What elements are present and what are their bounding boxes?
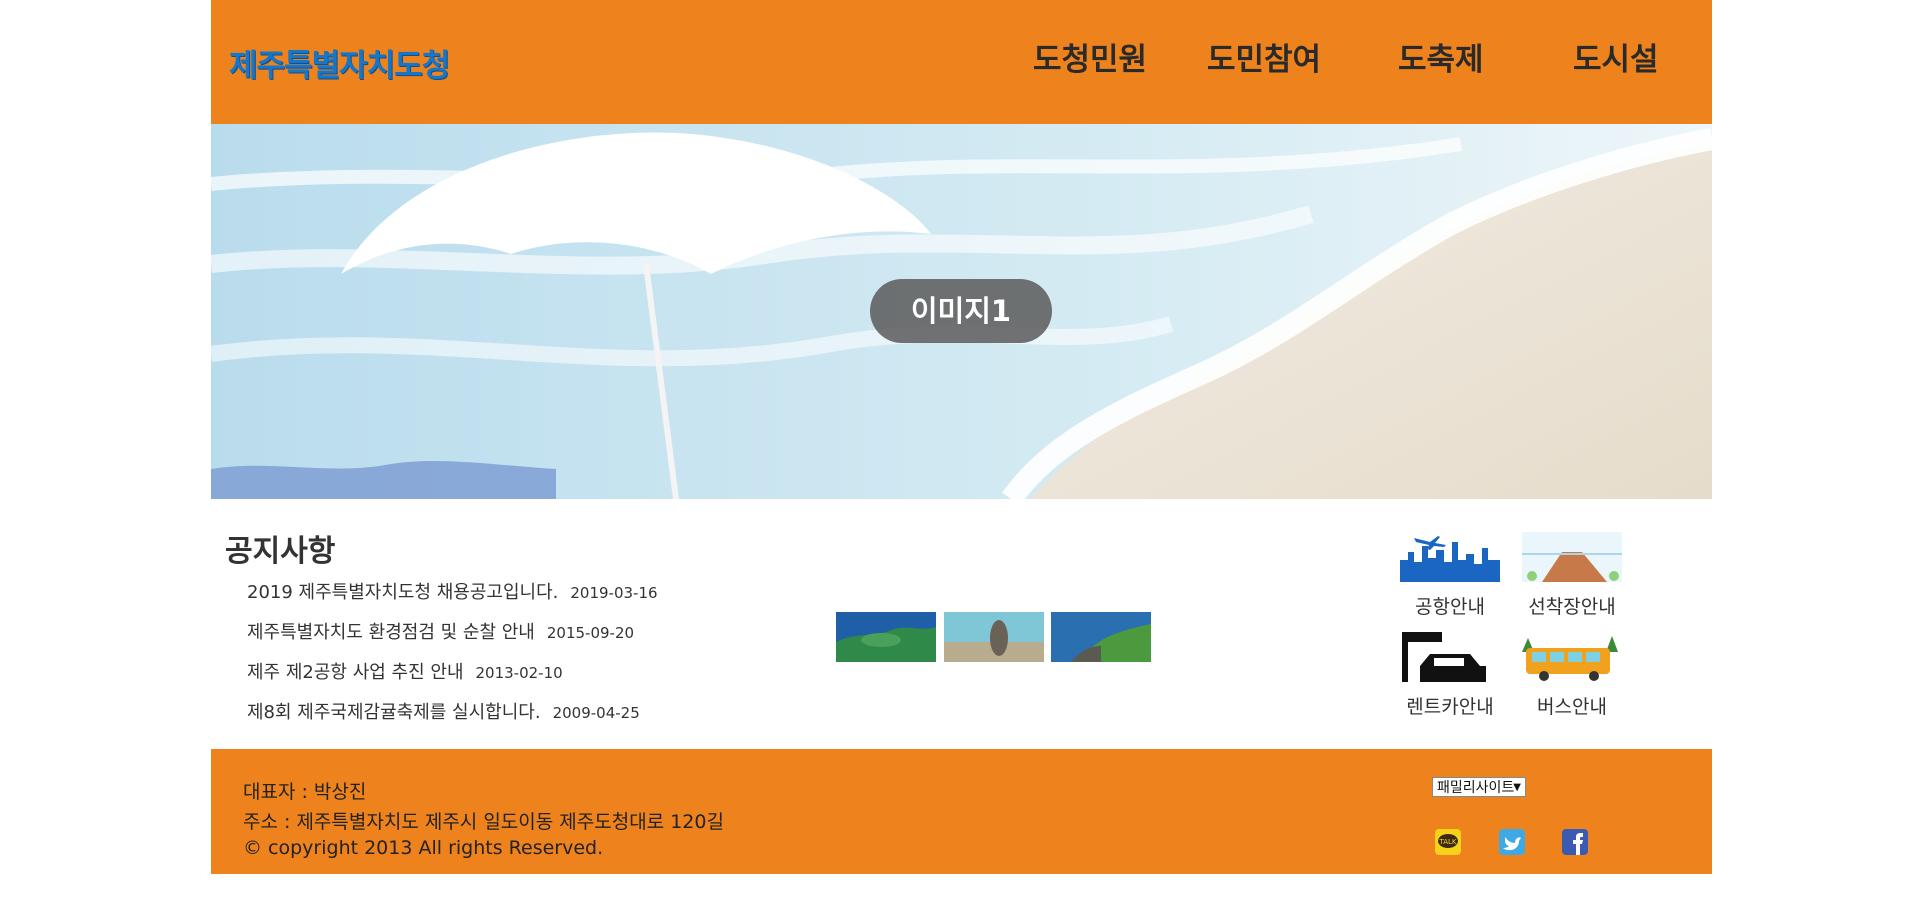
footer-copyright: © copyright 2013 All rights Reserved. — [243, 837, 604, 859]
quick-link-bus[interactable]: 버스안내 — [1522, 632, 1622, 719]
facebook-icon[interactable] — [1562, 829, 1588, 855]
notice-text: 제주특별자치도 환경점검 및 순찰 안내 — [247, 622, 535, 643]
gallery-thumb-coast[interactable] — [836, 612, 936, 662]
family-site-select[interactable]: 패밀리사이트 ▼ — [1432, 777, 1526, 797]
airport-icon — [1400, 532, 1500, 582]
quick-link-label: 공항안내 — [1415, 596, 1485, 618]
gallery-thumb-statue[interactable] — [944, 612, 1044, 662]
site-header: 제주특별자치도청 도청민원 도민참여 도축제 도시설 — [211, 0, 1712, 124]
thumb-image — [836, 612, 936, 662]
page-container: 제주특별자치도청 도청민원 도민참여 도축제 도시설 이미지1 공지사항 201… — [211, 0, 1712, 874]
svg-text:TALK: TALK — [1438, 838, 1456, 846]
notice-text: 제주 제2공항 사업 추진 안내 — [247, 662, 464, 683]
hero-banner[interactable]: 이미지1 — [211, 124, 1712, 499]
gallery-thumb-cliff[interactable] — [1051, 612, 1151, 662]
notice-text: 제8회 제주국제감귤축제를 실시합니다. — [247, 702, 541, 723]
bus-icon — [1522, 632, 1622, 682]
port-icon — [1522, 532, 1622, 582]
nav-citizen-participation[interactable]: 도민참여 — [1207, 34, 1321, 79]
site-logo[interactable]: 제주특별자치도청 — [229, 40, 450, 85]
nav-civil-service[interactable]: 도청민원 — [1033, 34, 1147, 79]
thumb-image — [1051, 612, 1151, 662]
notice-text: 2019 제주특별자치도청 채용공고입니다. — [247, 582, 559, 603]
thumb-image — [944, 612, 1044, 662]
site-footer: 대표자 : 박상진 주소 : 제주특별자치도 제주시 일도이동 제주도청대로 1… — [211, 749, 1712, 874]
slide-label: 이미지1 — [870, 279, 1052, 343]
quick-link-airport[interactable]: 공항안내 — [1400, 532, 1500, 619]
quick-link-label: 선착장안내 — [1528, 596, 1616, 618]
notice-date: 2009-04-25 — [552, 704, 640, 722]
footer-address: 주소 : 제주특별자치도 제주시 일도이동 제주도청대로 120길 — [243, 811, 724, 833]
twitter-icon[interactable] — [1499, 829, 1525, 855]
notice-item[interactable]: 제8회 제주국제감귤축제를 실시합니다. 2009-04-25 — [247, 698, 640, 724]
quick-link-rentcar[interactable]: 렌트카안내 — [1400, 632, 1500, 719]
kakaotalk-icon[interactable]: TALK — [1435, 829, 1461, 855]
rentcar-icon — [1400, 632, 1500, 682]
notice-item[interactable]: 제주 제2공항 사업 추진 안내 2013-02-10 — [247, 658, 563, 684]
nav-facilities[interactable]: 도시설 — [1573, 34, 1659, 79]
quick-link-label: 렌트카안내 — [1406, 696, 1494, 718]
quick-link-port[interactable]: 선착장안내 — [1522, 532, 1622, 619]
notice-date: 2013-02-10 — [475, 664, 563, 682]
footer-representative: 대표자 : 박상진 — [243, 781, 367, 803]
notice-item[interactable]: 제주특별자치도 환경점검 및 순찰 안내 2015-09-20 — [247, 618, 634, 644]
nav-festival[interactable]: 도축제 — [1398, 34, 1484, 79]
family-site-value: 패밀리사이트 — [1437, 780, 1515, 796]
notice-date: 2015-09-20 — [546, 624, 635, 642]
quick-link-label: 버스안내 — [1537, 696, 1607, 718]
notice-date: 2019-03-16 — [570, 584, 658, 602]
chevron-down-icon: ▼ — [1513, 782, 1521, 793]
notice-section-title: 공지사항 — [225, 534, 336, 569]
notice-item[interactable]: 2019 제주특별자치도청 채용공고입니다. 2019-03-16 — [247, 578, 658, 604]
